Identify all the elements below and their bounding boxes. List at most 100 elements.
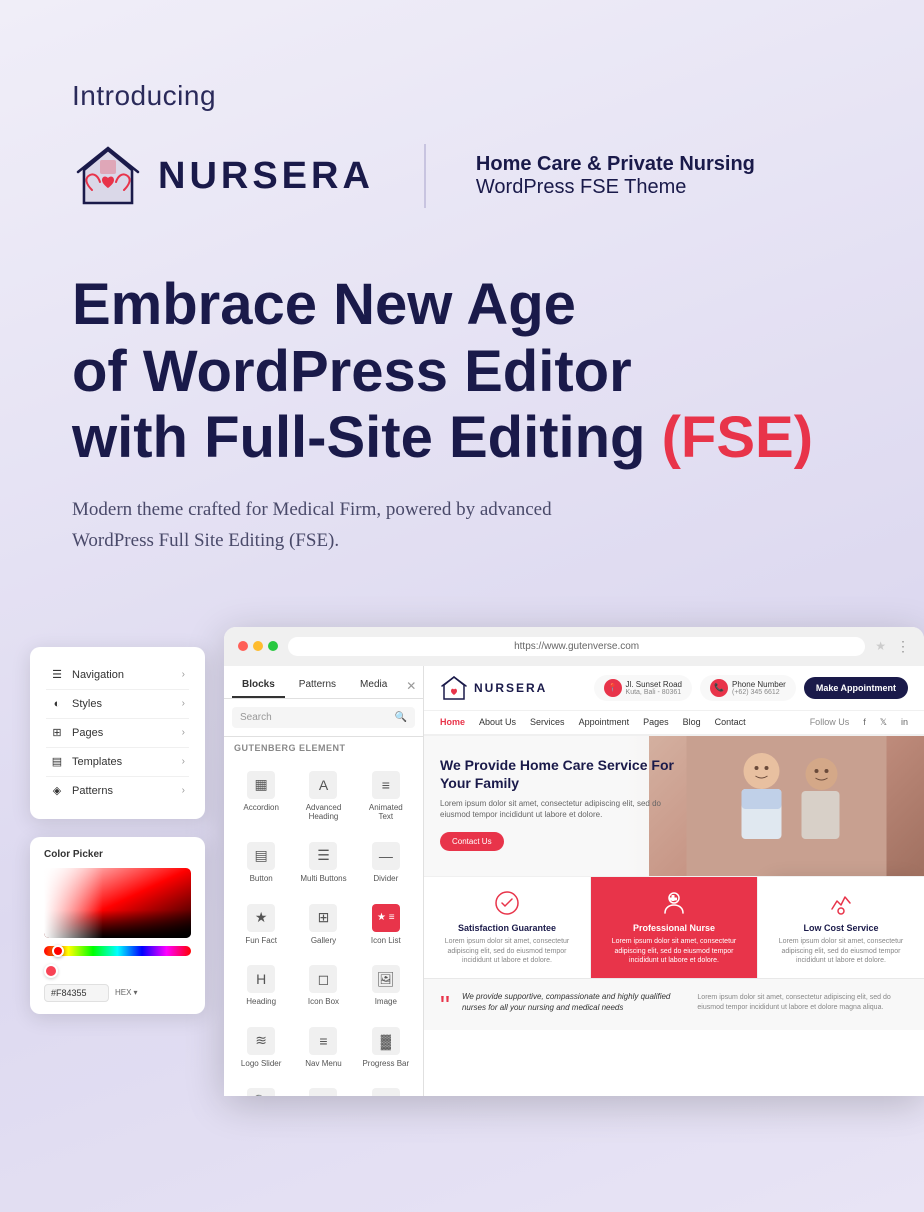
block-item-fun-fact[interactable]: ★ Fun Fact	[232, 896, 290, 954]
color-hex-row: #F84355 HEX ▾	[44, 984, 191, 1002]
block-label-nav-menu: Nav Menu	[305, 1059, 341, 1069]
browser-window: https://www.gutenverse.com ★ ⋮ Blocks Pa…	[224, 627, 924, 1096]
block-label-logo-slider: Logo Slider	[241, 1059, 281, 1069]
browser-star-icon[interactable]: ★	[875, 639, 886, 653]
intro-section: Introducing NURSERA	[0, 0, 924, 252]
logo-area: NURSERA	[72, 140, 374, 212]
wp-site-content: NURSERA 📍 Jl. Sunset Road Kuta, Bali - 8…	[424, 666, 924, 1096]
block-item-progress-bar[interactable]: ▓ Progress Bar	[357, 1019, 415, 1077]
block-item-icon-box[interactable]: ◻ Icon Box	[294, 957, 352, 1015]
wp-sidebar-tabs: Blocks Patterns Media ✕	[224, 666, 423, 699]
hero-text-area: We Provide Home Care Service For Your Fa…	[440, 756, 674, 856]
make-appointment-button[interactable]: Make Appointment	[804, 677, 908, 699]
preview-section: ☰ Navigation › ◐ Styles › ⊞ Pages	[0, 587, 924, 1096]
quote-info-text: Lorem ipsum dolor sit amet, consectetur …	[697, 991, 908, 1013]
social-instagram-icon[interactable]: in	[901, 717, 908, 727]
block-icon-button: ▤	[247, 842, 275, 870]
nav-panel-item-templates[interactable]: ▤ Templates ›	[46, 748, 189, 777]
blocks-section-label: GUTENBERG ELEMENT	[224, 737, 423, 759]
quote-text: We provide supportive, compassionate and…	[462, 991, 685, 1013]
nav-item-home[interactable]: Home	[440, 717, 465, 727]
wp-editor-sidebar: Blocks Patterns Media ✕ Search 🔍 GUTENBE…	[224, 666, 424, 1096]
nav-item-about[interactable]: About Us	[479, 717, 516, 727]
block-label-fun-fact: Fun Fact	[245, 936, 277, 946]
nav-follow-label: Follow Us	[810, 717, 850, 727]
hero-contact-button[interactable]: Contact Us	[440, 832, 504, 851]
block-icon-social-share: ⊡	[372, 1088, 400, 1095]
nursera-site-logo-text: NURSERA	[474, 681, 547, 695]
block-item-search[interactable]: 🔍 Search	[232, 1080, 290, 1095]
hex-value: #F84355	[51, 988, 87, 998]
block-icon-heading: H	[247, 965, 275, 993]
wp-search-inner[interactable]: Search 🔍	[232, 707, 415, 728]
block-item-button[interactable]: ▤ Button	[232, 834, 290, 892]
block-label-button: Button	[250, 874, 273, 884]
tagline-line2: WordPress FSE Theme	[476, 176, 755, 199]
wp-tab-blocks[interactable]: Blocks	[232, 674, 285, 698]
block-icon-animated-text: ≡	[372, 771, 400, 799]
block-item-nav-menu[interactable]: ≡ Nav Menu	[294, 1019, 352, 1077]
nursera-small-logo-icon	[440, 674, 468, 702]
hex-input-field[interactable]: #F84355	[44, 984, 109, 1002]
nav-item-appointment[interactable]: Appointment	[579, 717, 630, 727]
color-hue-thumb[interactable]	[52, 945, 64, 957]
block-item-animated-text[interactable]: ≡ Animated Text	[357, 763, 415, 830]
color-gradient-area[interactable]	[44, 868, 191, 938]
block-item-social-share[interactable]: ⊡ Social Share	[357, 1080, 415, 1095]
hero-title-part1: Embrace New Age	[72, 272, 576, 337]
nursera-hero-banner: We Provide Home Care Service For Your Fa…	[424, 736, 924, 876]
block-label-animated-text: Animated Text	[361, 803, 411, 822]
nav-panel-item-styles[interactable]: ◐ Styles ›	[46, 690, 189, 719]
nav-item-label-patterns: Patterns	[72, 785, 113, 797]
browser-url-bar[interactable]: https://www.gutenverse.com	[288, 637, 865, 656]
block-item-heading[interactable]: H Heading	[232, 957, 290, 1015]
nav-item-pages[interactable]: Pages	[643, 717, 669, 727]
block-icon-icon-list: ★ ≡	[372, 904, 400, 932]
location-icon: 📍	[604, 679, 622, 697]
block-item-logo-slider[interactable]: ≋ Logo Slider	[232, 1019, 290, 1077]
hex-label-text: HEX	[115, 988, 131, 997]
pages-icon: ⊞	[50, 726, 64, 740]
search-icon: 🔍	[395, 712, 407, 723]
nav-item-label-navigation: Navigation	[72, 669, 124, 681]
nav-item-blog[interactable]: Blog	[683, 717, 701, 727]
hex-dropdown[interactable]: HEX ▾	[115, 988, 137, 997]
browser-menu-icon[interactable]: ⋮	[896, 638, 910, 655]
hero-section: Embrace New Age of WordPress Editor with…	[0, 252, 924, 587]
nav-panel-item-patterns[interactable]: ◈ Patterns ›	[46, 777, 189, 805]
block-icon-icon-box: ◻	[309, 965, 337, 993]
social-twitter-icon[interactable]: 𝕏	[880, 717, 887, 728]
block-item-multi-buttons[interactable]: ☰ Multi Buttons	[294, 834, 352, 892]
dot-red[interactable]	[238, 641, 248, 651]
block-item-accordion[interactable]: ▦ Accordion	[232, 763, 290, 830]
block-item-icon-list[interactable]: ★ ≡ Icon List	[357, 896, 415, 954]
block-item-advanced-heading[interactable]: A Advanced Heading	[294, 763, 352, 830]
social-facebook-icon[interactable]: f	[863, 717, 866, 727]
dot-yellow[interactable]	[253, 641, 263, 651]
block-item-gallery[interactable]: ⊞ Gallery	[294, 896, 352, 954]
dot-green[interactable]	[268, 641, 278, 651]
block-item-image[interactable]: 🖼 Image	[357, 957, 415, 1015]
dropdown-chevron-icon: ▾	[133, 988, 137, 997]
nav-item-contact[interactable]: Contact	[715, 717, 746, 727]
color-hue-bar[interactable]	[44, 946, 191, 956]
wp-tab-media[interactable]: Media	[350, 674, 397, 698]
nav-panel-item-pages[interactable]: ⊞ Pages ›	[46, 719, 189, 748]
nurse-icon	[660, 889, 688, 917]
block-icon-progress-bar: ▓	[372, 1027, 400, 1055]
wp-tab-patterns[interactable]: Patterns	[289, 674, 346, 698]
hero-people-svg	[649, 736, 924, 876]
block-icon-advanced-heading: A	[309, 771, 337, 799]
block-item-divider[interactable]: — Divider	[357, 834, 415, 892]
quote-section: " We provide supportive, compassionate a…	[424, 978, 924, 1029]
nav-item-services[interactable]: Services	[530, 717, 565, 727]
block-label-advanced-heading: Advanced Heading	[298, 803, 348, 822]
sidebar-close-button[interactable]: ✕	[401, 674, 421, 698]
navigation-icon: ☰	[50, 668, 64, 682]
services-strip: Satisfaction Guarantee Lorem ipsum dolor…	[424, 876, 924, 978]
service-title-satisfaction: Satisfaction Guarantee	[434, 923, 580, 933]
styles-icon: ◐	[50, 697, 64, 711]
chevron-icon-patterns: ›	[182, 785, 185, 796]
nav-panel-item-navigation[interactable]: ☰ Navigation ›	[46, 661, 189, 690]
block-item-social-icons[interactable]: ♥ Social Icons	[294, 1080, 352, 1095]
